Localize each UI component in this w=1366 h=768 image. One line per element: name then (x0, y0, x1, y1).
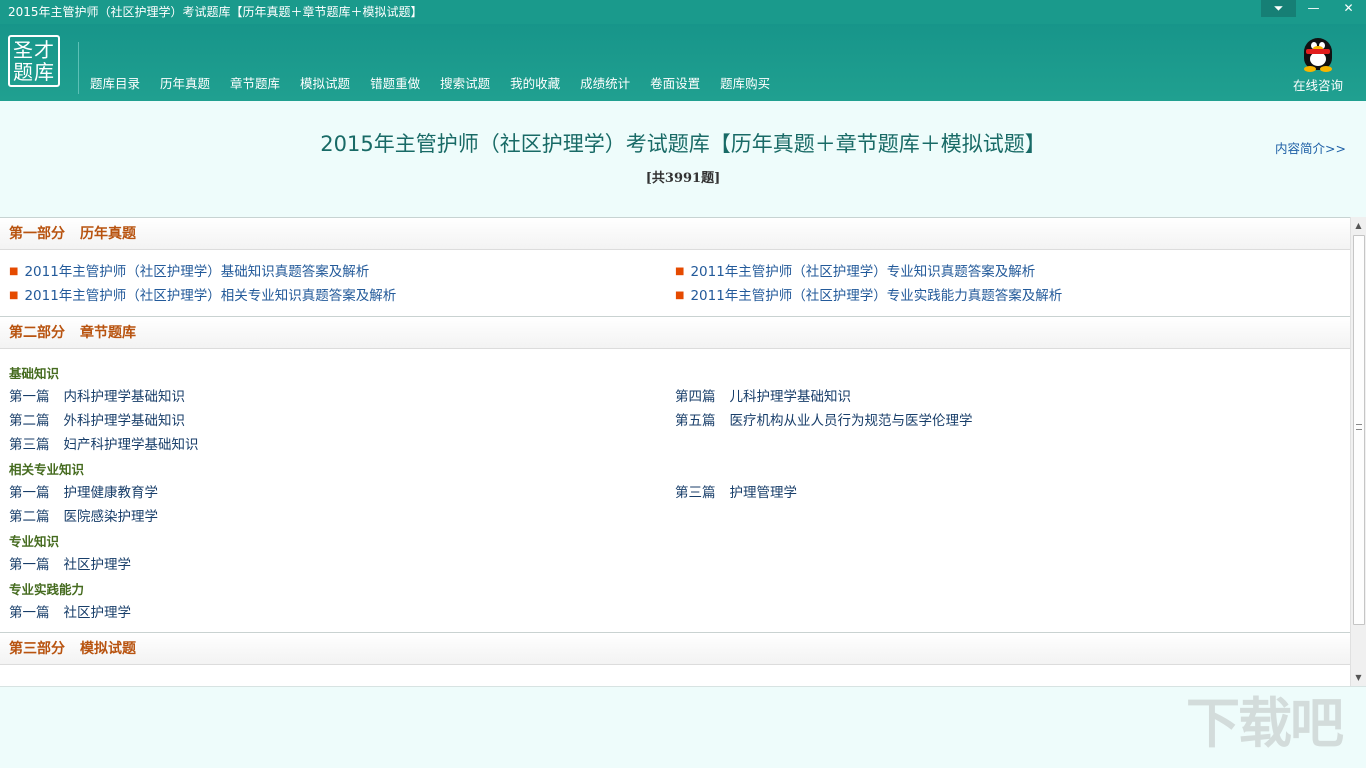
window-controls: ⏷ — ✕ (1261, 0, 1366, 17)
bullet-icon: ■ (675, 290, 685, 301)
bullet-icon: ■ (9, 290, 19, 301)
chapter-number: 第四篇 (675, 389, 716, 405)
scroll-down-icon[interactable]: ▼ (1351, 669, 1366, 686)
section-header-chapter-bank: 第二部分 章节题库 (0, 317, 1350, 349)
chapter-link[interactable]: 第二篇 医院感染护理学 (0, 505, 665, 529)
group-title: 专业实践能力 (9, 582, 85, 597)
group-title: 相关专业知识 (9, 462, 85, 477)
list-item: ■ 2011年主管护师（社区护理学）相关专业知识真题答案及解析 (0, 284, 665, 308)
watermark-logo: 下载吧 (1186, 692, 1344, 755)
bullet-icon: ■ (9, 266, 19, 277)
chapter-name: 社区护理学 (63, 557, 132, 573)
chapter-number: 第一篇 (9, 605, 50, 621)
online-consult-label: 在线咨询 (1292, 78, 1343, 93)
scroll-thumb[interactable] (1353, 235, 1365, 625)
chapter-number: 第一篇 (9, 389, 50, 405)
nav-redo-mistakes[interactable]: 错题重做 (360, 72, 430, 96)
nav-purchase[interactable]: 题库购买 (710, 72, 780, 96)
close-button[interactable]: ✕ (1331, 0, 1366, 17)
chapter-link[interactable]: 第四篇 儿科护理学基础知识 (665, 385, 1330, 409)
chapter-name: 社区护理学 (63, 605, 132, 621)
chapter-name: 医疗机构从业人员行为规范与医学伦理学 (729, 413, 973, 429)
chapter-name: 妇产科护理学基础知识 (63, 437, 199, 453)
chapter-name: 内科护理学基础知识 (63, 389, 186, 405)
chapter-number: 第三篇 (9, 437, 50, 453)
chapter-link[interactable]: 第三篇 妇产科护理学基础知识 (0, 433, 665, 457)
chapter-number: 第五篇 (675, 413, 716, 429)
chapter-link[interactable]: 第一篇 社区护理学 (0, 601, 665, 625)
section-name: 模拟试题 (80, 641, 136, 657)
minimize-button[interactable]: — (1296, 0, 1331, 17)
window-title-bar: 2015年主管护师（社区护理学）考试题库【历年真题＋章节题库＋模拟试题】 (0, 0, 1366, 24)
question-count: [共3991题] (645, 171, 721, 186)
dropdown-menu-icon[interactable]: ⏷ (1261, 0, 1296, 17)
section-body-chapter-bank: 基础知识 第一篇 内科护理学基础知识 第四篇 儿科护理学基础知识 第二篇 外科护理学基… (0, 349, 1350, 633)
chapter-link[interactable]: 第五篇 医疗机构从业人员行为规范与医学伦理学 (665, 409, 1330, 433)
content-intro-link[interactable]: 内容简介>> (1275, 138, 1346, 157)
nav-favorites[interactable]: 我的收藏 (500, 72, 570, 96)
content-panel: 第一部分 历年真题 ■ 2011年主管护师（社区护理学）基础知识真题答案及解析 ■ 2… (0, 217, 1350, 686)
app-header: 圣才 题库 题库目录 历年真题 章节题库 模拟试题 错题重做 搜索试题 我的收藏 … (0, 24, 1366, 101)
chapter-link[interactable]: 第三篇 护理管理学 (665, 481, 1330, 505)
exam-link[interactable]: 2011年主管护师（社区护理学）相关专业知识真题答案及解析 (24, 288, 396, 304)
window-title: 2015年主管护师（社区护理学）考试题库【历年真题＋章节题库＋模拟试题】 (8, 5, 423, 19)
chapter-number: 第二篇 (9, 413, 50, 429)
online-consult-button[interactable]: 在线咨询 (1288, 32, 1348, 94)
nav-past-exams[interactable]: 历年真题 (150, 72, 220, 96)
section-number: 第三部分 (9, 641, 65, 657)
exam-link[interactable]: 2011年主管护师（社区护理学）专业知识真题答案及解析 (690, 264, 1035, 280)
chapter-name: 护理管理学 (729, 485, 798, 501)
scroll-up-icon[interactable]: ▲ (1351, 217, 1366, 234)
section-number: 第二部分 (9, 325, 65, 341)
list-item: ■ 2011年主管护师（社区护理学）专业实践能力真题答案及解析 (665, 284, 1330, 308)
main-nav: 题库目录 历年真题 章节题库 模拟试题 错题重做 搜索试题 我的收藏 成绩统计 … (80, 72, 780, 96)
section-name: 章节题库 (80, 325, 136, 341)
chapter-link[interactable]: 第一篇 护理健康教育学 (0, 481, 665, 505)
chapter-name: 儿科护理学基础知识 (729, 389, 852, 405)
nav-search[interactable]: 搜索试题 (430, 72, 500, 96)
chapter-number: 第三篇 (675, 485, 716, 501)
list-item: ■ 2011年主管护师（社区护理学）专业知识真题答案及解析 (665, 260, 1330, 284)
group-title: 基础知识 (9, 366, 60, 381)
section-body-past-exams: ■ 2011年主管护师（社区护理学）基础知识真题答案及解析 ■ 2011年主管护师（… (0, 250, 1350, 316)
grip-icon (1356, 424, 1362, 430)
chapter-link[interactable]: 第二篇 外科护理学基础知识 (0, 409, 665, 433)
list-item: ■ 2011年主管护师（社区护理学）基础知识真题答案及解析 (0, 260, 665, 284)
nav-mock-tests[interactable]: 模拟试题 (290, 72, 360, 96)
app-logo: 圣才 题库 (8, 35, 60, 87)
chapter-link[interactable]: 第一篇 社区护理学 (0, 553, 665, 577)
qq-penguin-icon (1300, 32, 1336, 72)
vertical-scrollbar[interactable]: ▲ ▼ (1350, 217, 1366, 686)
section-header-mock-tests: 第三部分 模拟试题 (0, 633, 1350, 665)
nav-chapter-bank[interactable]: 章节题库 (220, 72, 290, 96)
chapter-name: 护理健康教育学 (63, 485, 159, 501)
exam-link[interactable]: 2011年主管护师（社区护理学）专业实践能力真题答案及解析 (690, 288, 1062, 304)
bullet-icon: ■ (675, 266, 685, 277)
chapter-name: 医院感染护理学 (63, 509, 159, 525)
nav-paper-settings[interactable]: 卷面设置 (640, 72, 710, 96)
chapter-name: 外科护理学基础知识 (63, 413, 186, 429)
nav-score-stats[interactable]: 成绩统计 (570, 72, 640, 96)
nav-catalog[interactable]: 题库目录 (80, 72, 150, 96)
chapter-number: 第一篇 (9, 557, 50, 573)
exam-link[interactable]: 2011年主管护师（社区护理学）基础知识真题答案及解析 (24, 264, 369, 280)
chapter-link[interactable]: 第一篇 内科护理学基础知识 (0, 385, 665, 409)
page-title: 2015年主管护师（社区护理学）考试题库【历年真题＋章节题库＋模拟试题】 (320, 132, 1046, 156)
group-title: 专业知识 (9, 534, 60, 549)
section-name: 历年真题 (80, 226, 136, 242)
chapter-number: 第一篇 (9, 485, 50, 501)
footer-area: 下载吧 (0, 686, 1366, 768)
section-number: 第一部分 (9, 226, 65, 242)
chapter-number: 第二篇 (9, 509, 50, 525)
header-divider (78, 42, 79, 94)
section-header-past-exams: 第一部分 历年真题 (0, 218, 1350, 250)
